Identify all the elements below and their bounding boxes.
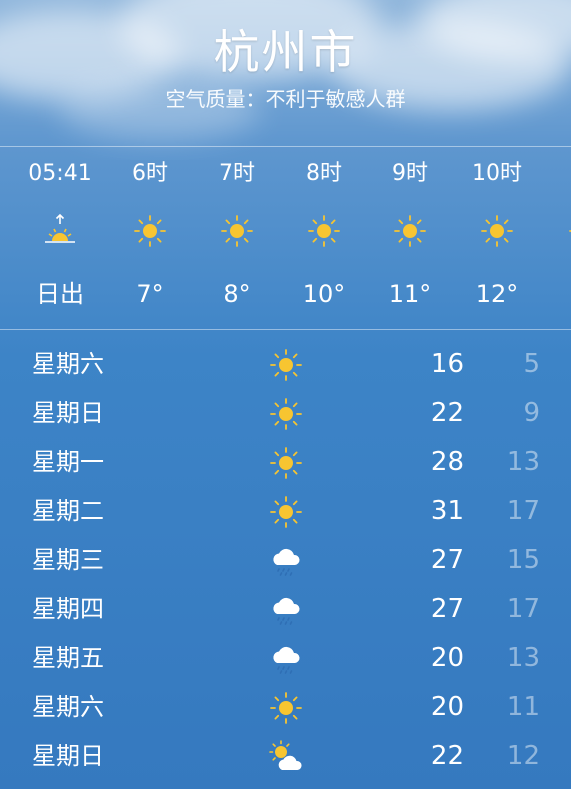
daily-row: 星期五 20 13 <box>0 634 571 683</box>
hour-temperature: 11° <box>388 280 432 308</box>
low-temperature: 9 <box>523 398 540 428</box>
sun-icon <box>132 213 168 249</box>
hour-time: 9时 <box>392 161 428 186</box>
day-name: 星期五 <box>32 644 104 672</box>
high-temperature: 22 <box>430 398 464 428</box>
daily-row: 星期三 27 15 <box>0 536 571 585</box>
high-temperature: 28 <box>430 447 464 477</box>
day-name: 星期日 <box>32 742 104 770</box>
daily-row: 星期四 27 17 <box>0 585 571 634</box>
day-name: 星期三 <box>32 546 104 574</box>
daily-row: 星期一 28 13 <box>0 438 571 487</box>
rain-cloud-icon <box>268 592 304 628</box>
day-name: 星期一 <box>32 448 104 476</box>
daily-row: 星期六 20 11 <box>0 683 571 732</box>
rain-cloud-icon <box>268 641 304 677</box>
hourly-forecast[interactable]: 05:41 日出 6时 7° 7时 8° 8时 10° 9时 11° 10时 1… <box>0 146 571 330</box>
sun-icon <box>306 213 342 249</box>
hourly-item: 1 1 <box>545 147 571 329</box>
partly-cloudy-icon <box>268 739 304 775</box>
hour-time: 7时 <box>219 161 255 186</box>
low-temperature: 5 <box>523 349 540 379</box>
hour-temperature: 7° <box>136 280 164 308</box>
location-header: 杭州市 空气质量：不利于敏感人群 <box>0 22 571 114</box>
high-temperature: 22 <box>430 741 464 771</box>
hourly-item: 7时 8° <box>197 147 277 329</box>
sun-icon <box>268 494 304 530</box>
day-name: 星期六 <box>32 350 104 378</box>
low-temperature: 17 <box>506 496 540 526</box>
hour-time: 10时 <box>472 161 522 186</box>
hour-time: 6时 <box>132 161 168 186</box>
sun-icon <box>268 396 304 432</box>
sun-icon <box>567 213 571 249</box>
day-name: 星期日 <box>32 399 104 427</box>
sun-icon <box>268 347 304 383</box>
sun-icon <box>219 213 255 249</box>
day-name: 星期六 <box>32 693 104 721</box>
hour-temperature: 12° <box>475 280 519 308</box>
hour-time: 05:41 <box>28 161 92 186</box>
hourly-item: 6时 7° <box>110 147 190 329</box>
hourly-item: 10时 12° <box>457 147 537 329</box>
hour-time: 1 <box>545 159 571 189</box>
low-temperature: 13 <box>506 643 540 673</box>
low-temperature: 13 <box>506 447 540 477</box>
hour-time: 8时 <box>306 161 342 186</box>
hour-value: 日出 <box>36 280 84 308</box>
sun-icon <box>268 690 304 726</box>
hour-temperature: 1 <box>545 279 571 309</box>
hourly-item: 8时 10° <box>284 147 364 329</box>
hour-temperature: 10° <box>302 280 346 308</box>
low-temperature: 15 <box>506 545 540 575</box>
high-temperature: 20 <box>430 643 464 673</box>
daily-row: 星期日 22 9 <box>0 389 571 438</box>
daily-row: 星期六 16 5 <box>0 340 571 389</box>
sun-icon <box>479 213 515 249</box>
high-temperature: 27 <box>430 594 464 624</box>
high-temperature: 20 <box>430 692 464 722</box>
hourly-item: 05:41 日出 <box>20 147 100 329</box>
day-name: 星期四 <box>32 595 104 623</box>
low-temperature: 11 <box>506 692 540 722</box>
daily-row: 星期日 22 12 <box>0 732 571 781</box>
air-quality-label: 空气质量：不利于敏感人群 <box>165 87 406 111</box>
high-temperature: 31 <box>430 496 464 526</box>
daily-row: 星期二 31 17 <box>0 487 571 536</box>
hourly-item: 9时 11° <box>370 147 450 329</box>
daily-forecast[interactable]: 星期六 16 5 星期日 22 9 星期一 28 13 星期二 31 17 星期… <box>0 340 571 781</box>
low-temperature: 12 <box>506 741 540 771</box>
sun-icon <box>268 445 304 481</box>
rain-cloud-icon <box>268 543 304 579</box>
hour-temperature: 8° <box>223 280 251 308</box>
high-temperature: 27 <box>430 545 464 575</box>
low-temperature: 17 <box>506 594 540 624</box>
day-name: 星期二 <box>32 497 104 525</box>
high-temperature: 16 <box>430 349 464 379</box>
sunrise-icon <box>42 213 78 249</box>
sun-icon <box>392 213 428 249</box>
city-name: 杭州市 <box>213 25 358 79</box>
